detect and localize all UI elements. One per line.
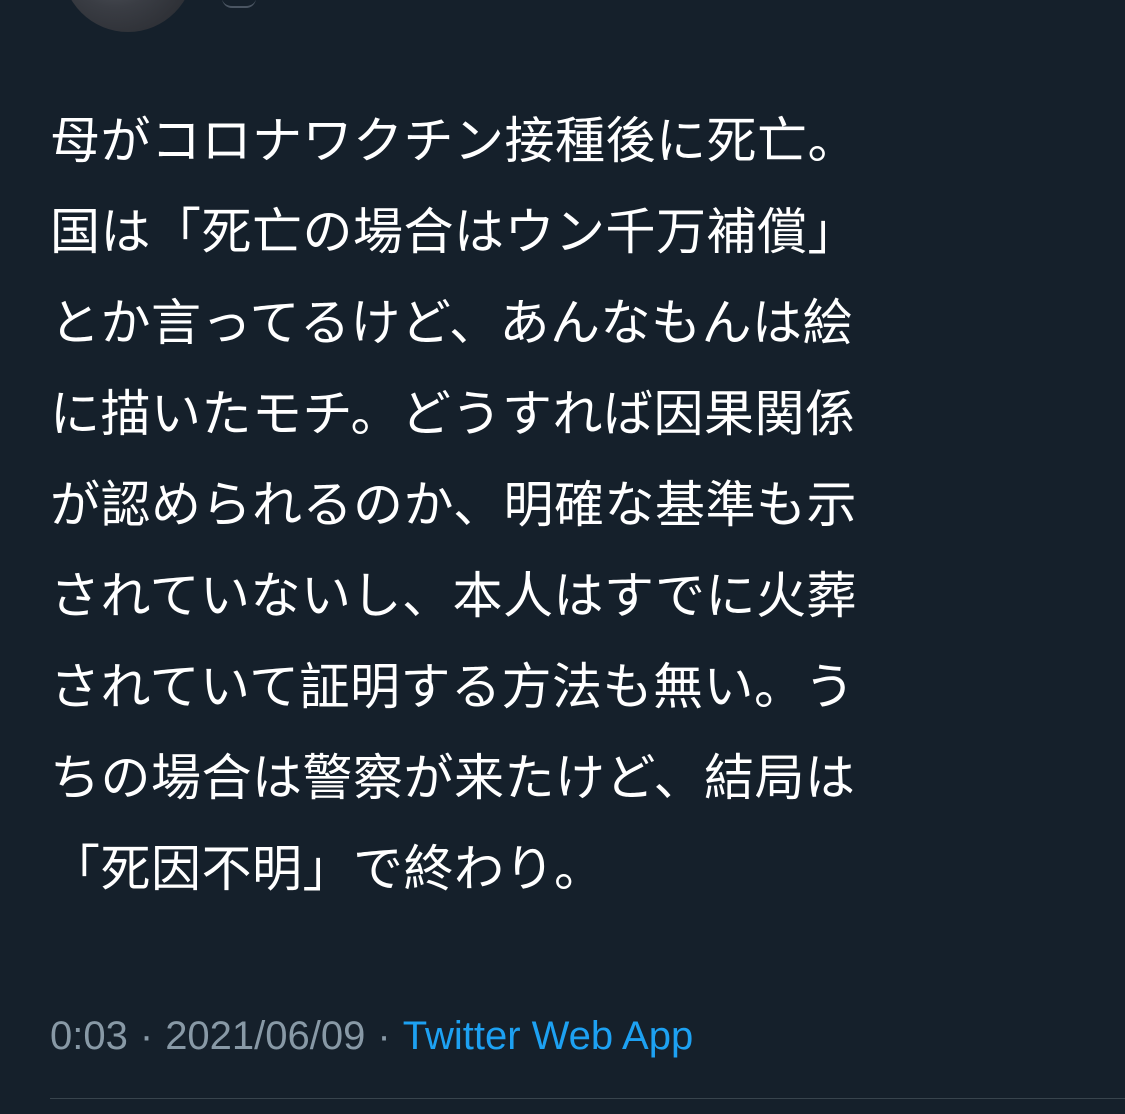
tweet-line-4: に描いたモチ。どうすれば因果関係 xyxy=(50,385,856,443)
tweet-line-7: されていて証明する方法も無い。う xyxy=(50,658,855,716)
tweet-line-2: 国は「死亡の場合はウン千万補償」 xyxy=(50,203,858,261)
tweet-line-9: 「死因不明」で終わり。 xyxy=(50,840,605,898)
tweet-text: 母がコロナワクチン接種後に死亡。 国は「死亡の場合はウン千万補償」 とか言ってる… xyxy=(50,96,1060,915)
username-fragment xyxy=(222,0,256,8)
tweet-line-8: ちの場合は警察が来たけど、結局は xyxy=(50,749,856,807)
divider xyxy=(50,1098,1125,1099)
tweet-line-1: 母がコロナワクチン接種後に死亡。 xyxy=(50,112,858,170)
tweet-line-5: が認められるのか、明確な基準も示 xyxy=(50,476,857,534)
meta-separator: · xyxy=(139,1014,154,1058)
tweet-line-3: とか言ってるけど、あんなもんは絵 xyxy=(50,294,853,352)
tweet-date[interactable]: 2021/06/09 xyxy=(165,1014,365,1058)
tweet-metadata: 0:03 · 2021/06/09 · Twitter Web App xyxy=(50,1008,693,1064)
tweet-line-6: されていないし、本人はすでに火葬 xyxy=(50,567,857,625)
tweet-time[interactable]: 0:03 xyxy=(50,1014,128,1058)
tweet-source-link[interactable]: Twitter Web App xyxy=(403,1014,694,1058)
meta-separator: · xyxy=(377,1014,391,1058)
user-avatar[interactable] xyxy=(62,0,194,32)
